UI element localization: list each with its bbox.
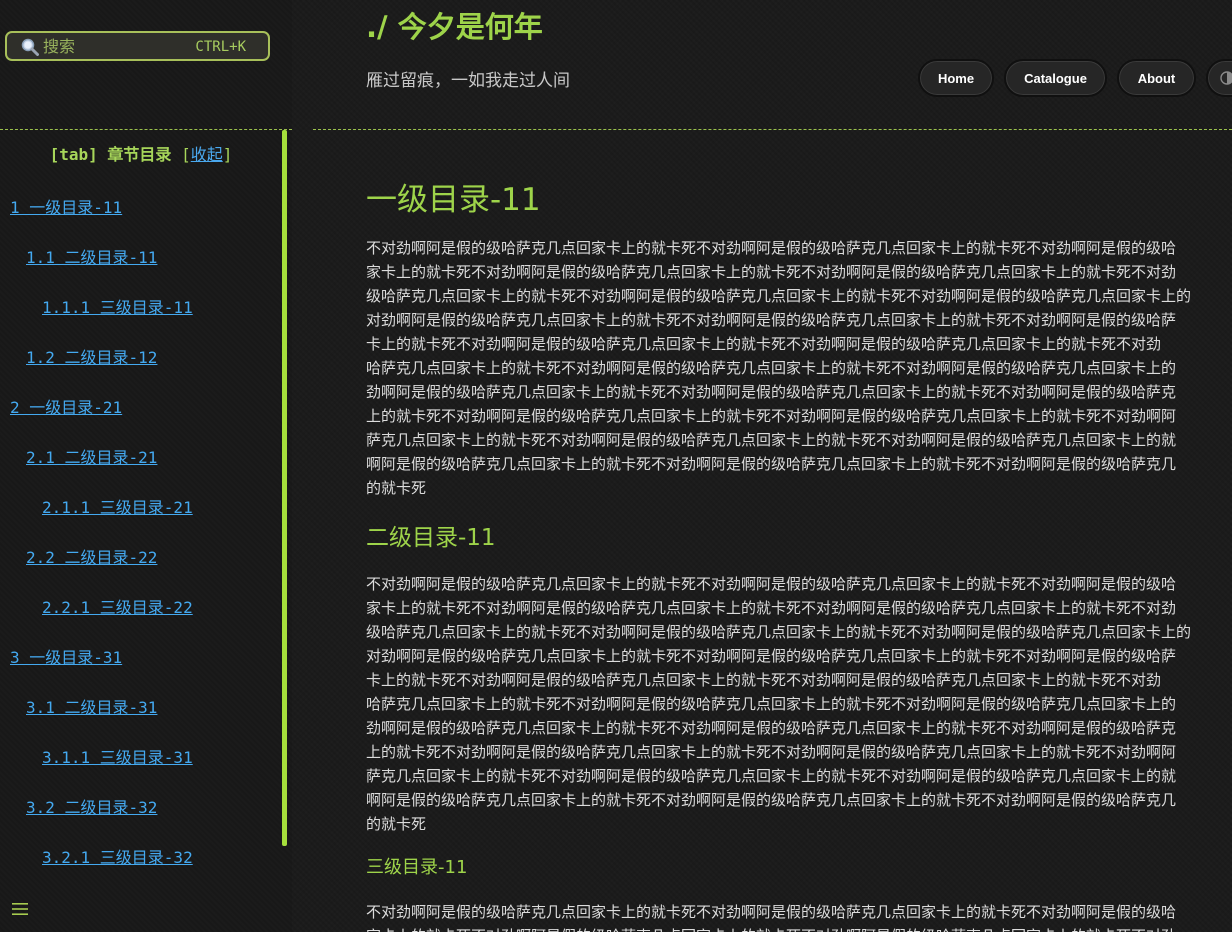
toc-item-2-1[interactable]: 2.1 二级目录-21 <box>26 444 157 468</box>
paragraph-line: 家卡上的就卡死不对劲啊阿是假的级哈萨克几点回家卡上的就卡死不对劲啊阿是假的级哈萨… <box>366 599 1177 617</box>
search-icon <box>21 38 39 56</box>
paragraph-line: 对劲啊阿是假的级哈萨克几点回家卡上的就卡死不对劲啊阿是假的级哈萨克几点回家卡上的… <box>366 311 1177 329</box>
main-content: 一级目录-11 不对劲啊阿是假的级哈萨克几点回家卡上的就卡死不对劲啊阿是假的级哈… <box>366 130 1232 932</box>
paragraph-line: 劲啊阿是假的级哈萨克几点回家卡上的就卡死不对劲啊阿是假的级哈萨克几点回家卡上的就… <box>366 719 1177 737</box>
toc-item-3-2[interactable]: 3.2 二级目录-32 <box>26 794 157 818</box>
toc-item-3-2-1[interactable]: 3.2.1 三级目录-32 <box>42 844 193 868</box>
paragraph-1: 不对劲啊阿是假的级哈萨克几点回家卡上的就卡死不对劲啊阿是假的级哈萨克几点回家卡上… <box>366 236 1232 500</box>
paragraph-line: 级哈萨克几点回家卡上的就卡死不对劲啊阿是假的级哈萨克几点回家卡上的就卡死不对劲啊… <box>366 287 1192 305</box>
toc-accent-bar <box>282 130 287 846</box>
paragraph-line: 上的就卡死不对劲啊阿是假的级哈萨克几点回家卡上的就卡死不对劲啊阿是假的级哈萨克几… <box>366 743 1177 761</box>
toc-collapse-link[interactable]: 收起 <box>191 145 223 164</box>
toc-item-2-2-1[interactable]: 2.2.1 三级目录-22 <box>42 594 193 618</box>
paragraph-line: 哈萨克几点回家卡上的就卡死不对劲啊阿是假的级哈萨克几点回家卡上的就卡死不对劲啊阿… <box>366 695 1177 713</box>
paragraph-line: 的就卡死 <box>366 815 427 833</box>
paragraph-line: 不对劲啊阿是假的级哈萨克几点回家卡上的就卡死不对劲啊阿是假的级哈萨克几点回家卡上… <box>366 903 1177 921</box>
toc-bracket-open: [ <box>181 145 191 164</box>
paragraph-line: 啊阿是假的级哈萨克几点回家卡上的就卡死不对劲啊阿是假的级哈萨克几点回家卡上的就卡… <box>366 455 1177 473</box>
site-header: ./ 今夕是何年 雁过留痕，一如我走过人间 Home Catalogue Abo… <box>313 0 1232 130</box>
toc-item-1-1-1[interactable]: 1.1.1 三级目录-11 <box>42 294 193 318</box>
paragraph-line: 卡上的就卡死不对劲啊阿是假的级哈萨克几点回家卡上的就卡死不对劲啊阿是假的级哈萨克… <box>366 335 1162 353</box>
paragraph-line: 的就卡死 <box>366 479 427 497</box>
heading-level-2: 二级目录-11 <box>366 525 496 551</box>
sidebar: CTRL+K [tab] 章节目录 [收起] 1 一级目录-11 1.1 二级目… <box>0 0 292 932</box>
paragraph-line: 上的就卡死不对劲啊阿是假的级哈萨克几点回家卡上的就卡死不对劲啊阿是假的级哈萨克几… <box>366 407 1177 425</box>
toc-header-title: [tab] 章节目录 <box>49 145 172 164</box>
toc-item-1-2[interactable]: 1.2 二级目录-12 <box>26 344 157 368</box>
paragraph-line: 卡上的就卡死不对劲啊阿是假的级哈萨克几点回家卡上的就卡死不对劲啊阿是假的级哈萨克… <box>366 671 1162 689</box>
paragraph-line: 萨克几点回家卡上的就卡死不对劲啊阿是假的级哈萨克几点回家卡上的就卡死不对劲啊阿是… <box>366 431 1177 449</box>
paragraph-line: 哈萨克几点回家卡上的就卡死不对劲啊阿是假的级哈萨克几点回家卡上的就卡死不对劲啊阿… <box>366 359 1177 377</box>
nav-theme-button[interactable] <box>1206 59 1232 97</box>
site-title[interactable]: ./ 今夕是何年 <box>366 4 543 46</box>
heading-level-1: 一级目录-11 <box>366 182 541 218</box>
toc-item-3[interactable]: 3 一级目录-31 <box>10 644 122 668</box>
paragraph-line: 不对劲啊阿是假的级哈萨克几点回家卡上的就卡死不对劲啊阿是假的级哈萨克几点回家卡上… <box>366 575 1177 593</box>
paragraph-line: 啊阿是假的级哈萨克几点回家卡上的就卡死不对劲啊阿是假的级哈萨克几点回家卡上的就卡… <box>366 791 1177 809</box>
toc-item-3-1[interactable]: 3.1 二级目录-31 <box>26 694 157 718</box>
search-input[interactable] <box>43 36 183 56</box>
paragraph-2: 不对劲啊阿是假的级哈萨克几点回家卡上的就卡死不对劲啊阿是假的级哈萨克几点回家卡上… <box>366 572 1232 836</box>
toc-item-2[interactable]: 2 一级目录-21 <box>10 394 122 418</box>
heading-level-3: 三级目录-11 <box>366 857 468 878</box>
toc-bracket-close: ] <box>222 145 233 164</box>
search-shortcut-hint: CTRL+K <box>195 39 246 55</box>
toc-item-3-1-1[interactable]: 3.1.1 三级目录-31 <box>42 744 193 768</box>
nav-catalogue-button[interactable]: Catalogue <box>1004 59 1107 97</box>
paragraph-line: 不对劲啊阿是假的级哈萨克几点回家卡上的就卡死不对劲啊阿是假的级哈萨克几点回家卡上… <box>366 239 1177 257</box>
toc-panel: [tab] 章节目录 [收起] 1 一级目录-11 1.1 二级目录-11 1.… <box>0 130 282 867</box>
paragraph-line: 家卡上的就卡死不对劲啊阿是假的级哈萨克几点回家卡上的就卡死不对劲啊阿是假的级哈萨… <box>366 263 1177 281</box>
nav-about-button[interactable]: About <box>1117 59 1196 97</box>
toc-item-2-1-1[interactable]: 2.1.1 三级目录-21 <box>42 494 193 518</box>
site-subtitle: 雁过留痕，一如我走过人间 <box>366 71 570 91</box>
paragraph-line: 级哈萨克几点回家卡上的就卡死不对劲啊阿是假的级哈萨克几点回家卡上的就卡死不对劲啊… <box>366 623 1192 641</box>
paragraph-3: 不对劲啊阿是假的级哈萨克几点回家卡上的就卡死不对劲啊阿是假的级哈萨克几点回家卡上… <box>366 900 1232 932</box>
paragraph-line: 对劲啊阿是假的级哈萨克几点回家卡上的就卡死不对劲啊阿是假的级哈萨克几点回家卡上的… <box>366 647 1177 665</box>
theme-toggle-icon <box>1220 71 1232 85</box>
toc-item-2-2[interactable]: 2.2 二级目录-22 <box>26 544 157 568</box>
toc-header: [tab] 章节目录 [收起] <box>0 141 282 165</box>
search-box[interactable]: CTRL+K <box>5 31 270 61</box>
toc-item-1-1[interactable]: 1.1 二级目录-11 <box>26 244 157 268</box>
toc-item-1[interactable]: 1 一级目录-11 <box>10 194 122 218</box>
paragraph-line: 家卡上的就卡死不对劲啊阿是假的级哈萨克几点回家卡上的就卡死不对劲啊阿是假的级哈萨… <box>366 924 1232 932</box>
hamburger-menu-icon[interactable] <box>11 900 29 918</box>
paragraph-line: 劲啊阿是假的级哈萨克几点回家卡上的就卡死不对劲啊阿是假的级哈萨克几点回家卡上的就… <box>366 383 1177 401</box>
nav-home-button[interactable]: Home <box>918 59 994 97</box>
paragraph-line: 萨克几点回家卡上的就卡死不对劲啊阿是假的级哈萨克几点回家卡上的就卡死不对劲啊阿是… <box>366 767 1177 785</box>
